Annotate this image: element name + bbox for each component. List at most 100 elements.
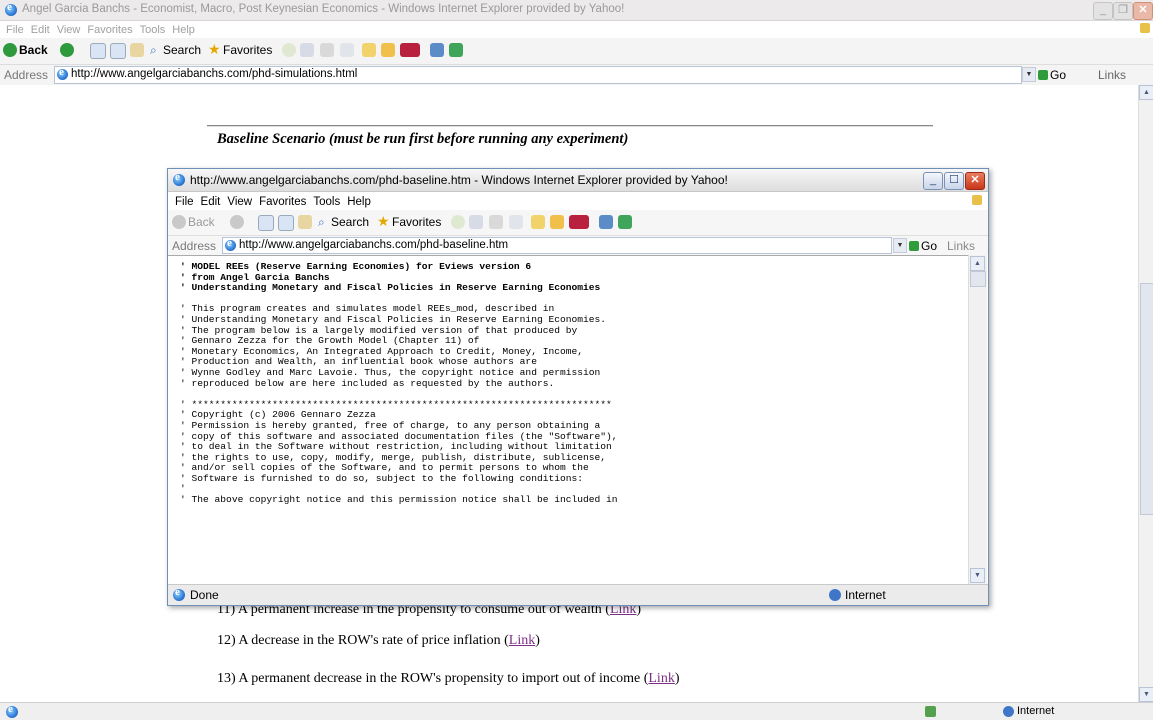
- experiment-12: 12) A decrease in the ROW's rate of pric…: [217, 633, 540, 648]
- popup-menu-bar: File Edit View Favorites Tools Help: [168, 192, 988, 209]
- research-icon[interactable]: [449, 43, 463, 57]
- back-button[interactable]: Back: [188, 215, 215, 229]
- pencil-icon[interactable]: [550, 215, 564, 229]
- outer-close-button[interactable]: ✕: [1133, 2, 1153, 20]
- outer-menu-file[interactable]: File: [6, 24, 24, 36]
- mail-icon[interactable]: [300, 43, 314, 57]
- links-button[interactable]: Links: [947, 239, 975, 253]
- experiment-text: 12) A decrease in the ROW's rate of pric…: [217, 633, 501, 648]
- edit-icon[interactable]: [340, 43, 354, 57]
- windows-flag-icon: [1140, 23, 1150, 33]
- popup-address-input[interactable]: http://www.angelgarciabanchs.com/phd-bas…: [222, 237, 892, 254]
- links-button[interactable]: Links: [1098, 68, 1126, 82]
- forward-button[interactable]: [230, 215, 244, 229]
- refresh-icon[interactable]: [278, 215, 294, 231]
- popup-menu-help[interactable]: Help: [347, 196, 371, 208]
- stop-icon[interactable]: [258, 215, 274, 231]
- outer-vertical-scrollbar[interactable]: ▲ ▼: [1138, 85, 1153, 702]
- experiment-link[interactable]: Link: [509, 633, 535, 648]
- popup-window-title: http://www.angelgarciabanchs.com/phd-bas…: [190, 173, 728, 187]
- popup-url-text: http://www.angelgarciabanchs.com/phd-bas…: [239, 239, 509, 251]
- mail-icon[interactable]: [469, 215, 483, 229]
- refresh-icon[interactable]: [110, 43, 126, 59]
- go-button[interactable]: Go: [921, 239, 937, 253]
- back-icon: [3, 43, 17, 57]
- yahoo-icon[interactable]: [569, 215, 589, 229]
- outer-minimize-button[interactable]: _: [1093, 2, 1113, 20]
- history-icon[interactable]: [282, 43, 296, 57]
- scroll-up-arrow[interactable]: ▲: [1139, 85, 1153, 100]
- code-body: ' This program creates and simulates mod…: [180, 303, 618, 506]
- outer-menu-favorites[interactable]: Favorites: [87, 24, 132, 36]
- outer-menu-help[interactable]: Help: [172, 24, 195, 36]
- scroll-up-arrow[interactable]: ▲: [970, 256, 985, 271]
- globe-icon: [829, 589, 841, 601]
- scroll-thumb[interactable]: [1140, 283, 1153, 515]
- popup-menu-tools[interactable]: Tools: [313, 196, 340, 208]
- popup-maximize-button[interactable]: ☐: [944, 172, 964, 190]
- outer-menu-bar: File Edit View Favorites Tools Help: [0, 21, 1153, 37]
- print-icon[interactable]: [489, 215, 503, 229]
- address-dropdown-button[interactable]: ▼: [1022, 67, 1036, 82]
- popup-menu-file[interactable]: File: [175, 196, 194, 208]
- popup-code-content: ' MODEL REEs (Reserve Earning Economies)…: [168, 255, 968, 585]
- folder-icon[interactable]: [362, 43, 376, 57]
- stop-icon[interactable]: [90, 43, 106, 59]
- popup-window: http://www.angelgarciabanchs.com/phd-bas…: [167, 168, 989, 606]
- popup-menu-view[interactable]: View: [227, 196, 252, 208]
- back-icon: [172, 215, 186, 229]
- outer-maximize-button[interactable]: ❐: [1113, 2, 1133, 20]
- security-icon: [925, 706, 936, 717]
- outer-address-bar: Address http://www.angelgarciabanchs.com…: [0, 64, 1153, 86]
- popup-menu-edit[interactable]: Edit: [201, 196, 221, 208]
- address-dropdown-button[interactable]: ▼: [893, 238, 907, 253]
- home-icon[interactable]: [298, 215, 312, 229]
- edit-icon[interactable]: [509, 215, 523, 229]
- favorites-button[interactable]: Favorites: [392, 215, 441, 229]
- research-icon[interactable]: [618, 215, 632, 229]
- popup-vertical-scrollbar[interactable]: ▲ ▼: [968, 255, 987, 584]
- address-label: Address: [172, 239, 217, 253]
- print-icon[interactable]: [320, 43, 334, 57]
- outer-menu-edit[interactable]: Edit: [31, 24, 50, 36]
- experiment-13: 13) A permanent decrease in the ROW's pr…: [217, 671, 680, 686]
- popup-title-bar[interactable]: http://www.angelgarciabanchs.com/phd-bas…: [168, 169, 988, 192]
- favorites-star-icon: ★: [208, 41, 221, 57]
- folder-icon[interactable]: [531, 215, 545, 229]
- favorites-button[interactable]: Favorites: [223, 43, 272, 57]
- history-icon[interactable]: [451, 215, 465, 229]
- forward-button[interactable]: [60, 43, 74, 57]
- search-icon: ⌕: [150, 43, 157, 57]
- scroll-down-arrow[interactable]: ▼: [1139, 687, 1153, 702]
- popup-address-bar: Address http://www.angelgarciabanchs.com…: [168, 235, 988, 255]
- yahoo-icon[interactable]: [400, 43, 420, 57]
- experiment-link[interactable]: Link: [648, 671, 674, 686]
- code-listing: ' MODEL REEs (Reserve Earning Economies)…: [180, 261, 618, 506]
- messenger-icon[interactable]: [599, 215, 613, 229]
- search-button[interactable]: Search: [331, 215, 369, 229]
- back-button[interactable]: Back: [19, 43, 48, 57]
- horizontal-rule: [207, 125, 933, 127]
- status-page-icon: [6, 703, 18, 718]
- home-icon[interactable]: [130, 43, 144, 57]
- popup-minimize-button[interactable]: _: [923, 172, 943, 190]
- page-icon: [57, 66, 68, 80]
- page-icon: [225, 237, 236, 251]
- ie-logo-icon: [173, 171, 185, 186]
- scroll-thumb[interactable]: [970, 271, 986, 287]
- popup-close-button[interactable]: ✕: [965, 172, 985, 190]
- favorites-star-icon: ★: [377, 213, 390, 229]
- code-header: ' MODEL REEs (Reserve Earning Economies)…: [180, 261, 601, 294]
- go-button[interactable]: Go: [1050, 68, 1066, 82]
- ie-logo-icon: [5, 1, 17, 16]
- popup-toolbar: Back ⌕ Search ★ Favorites: [168, 210, 988, 235]
- messenger-icon[interactable]: [430, 43, 444, 57]
- status-page-icon: [173, 586, 185, 601]
- search-button[interactable]: Search: [163, 43, 201, 57]
- outer-address-input[interactable]: http://www.angelgarciabanchs.com/phd-sim…: [54, 66, 1022, 84]
- popup-menu-favorites[interactable]: Favorites: [259, 196, 306, 208]
- scroll-down-arrow[interactable]: ▼: [970, 568, 985, 583]
- outer-menu-view[interactable]: View: [57, 24, 81, 36]
- pencil-icon[interactable]: [381, 43, 395, 57]
- outer-menu-tools[interactable]: Tools: [140, 24, 166, 36]
